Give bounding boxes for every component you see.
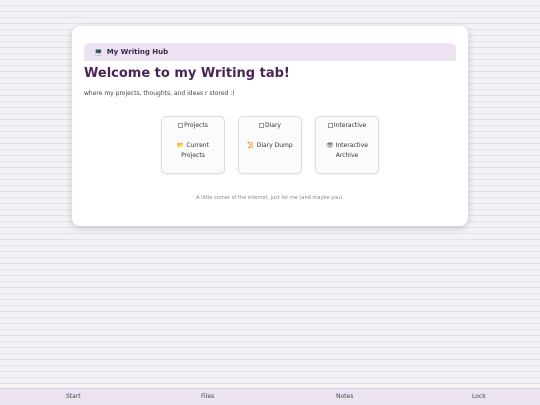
projects-image: Projects (162, 122, 224, 129)
projects-card[interactable]: Projects 📂 Current Projects (161, 116, 225, 174)
page-title: Welcome to my Writing tab! (84, 66, 290, 81)
scroll-icon: 📜 (247, 142, 255, 149)
eye-icon: 👁 (326, 142, 334, 149)
taskbar-lock[interactable]: Lock (472, 393, 486, 400)
broken-image-icon (178, 123, 184, 128)
folder-icon: 📂 (177, 142, 185, 149)
projects-card-label: 📂 Current Projects (166, 141, 220, 161)
footer-note: A little corner of the internet, just fo… (196, 195, 344, 201)
taskbar-notes[interactable]: Notes (336, 393, 353, 400)
broken-image-icon (259, 123, 264, 128)
interactive-card-label: 👁 Interactive Archive (320, 141, 374, 161)
laptop-icon: 💻 (94, 48, 103, 56)
projects-image-alt: Projects (184, 122, 208, 129)
broken-image-icon (327, 123, 333, 128)
interactive-card-text: Interactive Archive (335, 142, 368, 159)
diary-card-label: 📜 Diary Dump (243, 141, 297, 151)
taskbar-start[interactable]: Start (66, 393, 81, 400)
diary-card[interactable]: Diary 📜 Diary Dump (238, 116, 302, 174)
taskbar: Start Files Notes Lock (0, 388, 540, 405)
interactive-card[interactable]: Interactive 👁 Interactive Archive (315, 116, 379, 174)
writing-hub-window: 💻 My Writing Hub Welcome to my Writing t… (72, 26, 468, 226)
window-titlebar: 💻 My Writing Hub (84, 43, 456, 61)
page-subtitle: where my projects, thoughts, and ideas r… (84, 90, 235, 97)
diary-image-alt: Diary (265, 122, 281, 129)
taskbar-files[interactable]: Files (201, 393, 214, 400)
diary-image: Diary (239, 122, 301, 129)
interactive-image-alt: Interactive (333, 122, 367, 129)
interactive-image: Interactive (316, 122, 378, 129)
diary-card-text: Diary Dump (256, 142, 293, 149)
card-grid: Projects 📂 Current Projects Diary 📜 Diar… (161, 116, 381, 174)
window-title: My Writing Hub (106, 48, 169, 56)
projects-card-text: Current Projects (181, 142, 209, 159)
